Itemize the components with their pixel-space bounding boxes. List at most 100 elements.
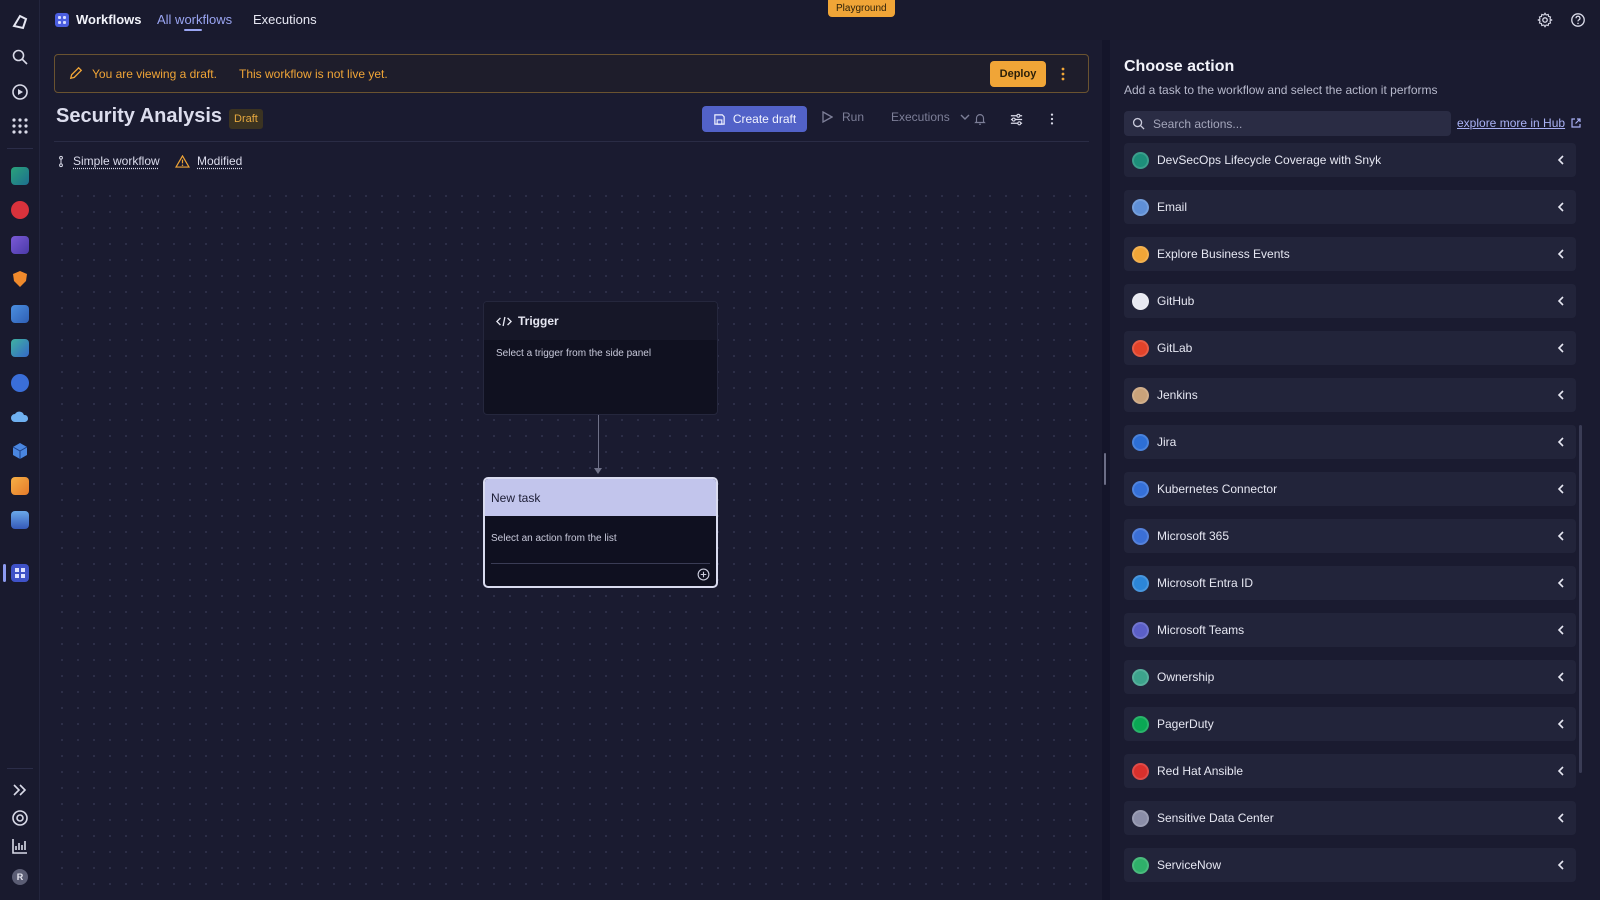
dashboard-app-icon[interactable] (9, 165, 31, 187)
package-app-icon[interactable] (9, 234, 31, 256)
chevron-left-icon[interactable] (1555, 483, 1567, 495)
toolbar-divider (54, 141, 1089, 142)
action-item[interactable]: GitHub (1124, 284, 1576, 318)
notebook-app-icon[interactable] (9, 303, 31, 325)
logo-icon[interactable] (9, 11, 31, 33)
action-label: Jira (1157, 435, 1177, 449)
action-item[interactable]: Sensitive Data Center (1124, 801, 1576, 835)
hub-link-label: explore more in Hub (1457, 116, 1566, 130)
panel-resize-handle[interactable] (1104, 453, 1106, 485)
infrastructure-app-icon[interactable] (9, 337, 31, 359)
expand-icon[interactable] (9, 779, 31, 801)
panel-scrollbar[interactable] (1579, 425, 1582, 773)
left-rail: R (0, 0, 40, 900)
modified-label: Modified (197, 154, 243, 168)
action-item[interactable]: Explore Business Events (1124, 237, 1576, 271)
action-item[interactable]: Ownership (1124, 660, 1576, 694)
action-item[interactable]: Email (1124, 190, 1576, 224)
tab-executions[interactable]: Executions (253, 12, 317, 27)
save-icon (714, 113, 725, 125)
kubernetes-icon (1132, 481, 1149, 498)
chevron-left-icon[interactable] (1555, 718, 1567, 730)
modified-indicator[interactable]: Modified (175, 154, 242, 168)
chevron-left-icon[interactable] (1555, 859, 1567, 871)
apps-grid-icon[interactable] (9, 115, 31, 137)
workflows-app-icon[interactable] (9, 562, 31, 584)
trigger-hint: Select a trigger from the side panel (496, 348, 652, 359)
page-title[interactable]: Security Analysis (56, 105, 222, 128)
security-shield-app-icon[interactable] (9, 268, 31, 290)
action-item[interactable]: DevSecOps Lifecycle Coverage with Snyk (1124, 143, 1576, 177)
chevron-left-icon[interactable] (1555, 577, 1567, 589)
action-item[interactable]: Microsoft Entra ID (1124, 566, 1576, 600)
chevron-left-icon[interactable] (1555, 624, 1567, 636)
chevron-left-icon[interactable] (1555, 248, 1567, 260)
workflow-type[interactable]: Simple workflow (56, 154, 160, 168)
banner-heading: You are viewing a draft. (92, 67, 217, 81)
chevron-left-icon[interactable] (1555, 530, 1567, 542)
monitor-search-app-icon[interactable] (9, 372, 31, 394)
chevron-left-icon[interactable] (1555, 765, 1567, 777)
action-label: GitHub (1157, 294, 1195, 308)
pencil-icon (69, 66, 83, 80)
action-item[interactable]: Red Hat Ansible (1124, 754, 1576, 788)
panel-title: Choose action (1124, 58, 1235, 75)
create-draft-label: Create draft (732, 112, 797, 126)
action-item[interactable]: Microsoft Teams (1124, 613, 1576, 647)
action-item[interactable]: GitLab (1124, 331, 1576, 365)
task-hint: Select an action from the list (491, 533, 617, 544)
search-field[interactable] (1124, 111, 1451, 136)
action-item[interactable]: ServiceNow (1124, 848, 1576, 882)
trigger-title: Trigger (518, 314, 559, 328)
entra-id-icon (1132, 575, 1149, 592)
reports-icon[interactable] (9, 835, 31, 857)
more-options-icon[interactable] (1055, 65, 1071, 83)
chevron-left-icon[interactable] (1555, 671, 1567, 683)
chevron-left-icon[interactable] (1555, 201, 1567, 213)
chevron-left-icon[interactable] (1555, 389, 1567, 401)
task-node[interactable]: New task Select an action from the list (483, 477, 718, 588)
action-label: Red Hat Ansible (1157, 764, 1244, 778)
kebab-menu-icon[interactable] (1043, 110, 1061, 128)
gear-icon[interactable] (1536, 11, 1554, 29)
add-task-icon[interactable] (697, 568, 710, 581)
active-app-indicator (3, 564, 6, 582)
deploy-button[interactable]: Deploy (990, 61, 1046, 87)
chevron-left-icon[interactable] (1555, 295, 1567, 307)
choose-action-panel: Choose action Add a task to the workflow… (1110, 40, 1600, 900)
create-draft-button[interactable]: Create draft (702, 106, 807, 132)
action-item[interactable]: Jira (1124, 425, 1576, 459)
problems-app-icon[interactable] (9, 199, 31, 221)
play-icon (822, 111, 833, 123)
app-title: Workflows (76, 12, 142, 27)
delivery-app-icon[interactable] (9, 475, 31, 497)
action-item[interactable]: Jenkins (1124, 378, 1576, 412)
search-icon[interactable] (9, 46, 31, 68)
database-app-icon[interactable] (9, 509, 31, 531)
action-label: Microsoft 365 (1157, 529, 1230, 543)
environment-badge: Playground (828, 0, 895, 17)
action-label: GitLab (1157, 341, 1193, 355)
chevron-left-icon[interactable] (1555, 812, 1567, 824)
explore-hub-link[interactable]: explore more in Hub (1457, 116, 1582, 130)
settings-sliders-icon[interactable] (1007, 110, 1025, 128)
action-label: PagerDuty (1157, 717, 1214, 731)
cloud-app-icon[interactable] (9, 406, 31, 428)
play-circle-icon[interactable] (9, 81, 31, 103)
chevron-left-icon[interactable] (1555, 436, 1567, 448)
tab-all-workflows[interactable]: All workflows (157, 12, 232, 27)
trigger-node[interactable]: Trigger Select a trigger from the side p… (483, 301, 718, 415)
executions-dropdown[interactable]: Executions (891, 110, 971, 124)
search-input[interactable] (1153, 116, 1433, 131)
chevron-left-icon[interactable] (1555, 154, 1567, 166)
cube-app-icon[interactable] (9, 440, 31, 462)
run-button[interactable]: Run (821, 110, 864, 124)
help-icon[interactable] (1569, 11, 1587, 29)
action-item[interactable]: Microsoft 365 (1124, 519, 1576, 553)
action-item[interactable]: PagerDuty (1124, 707, 1576, 741)
bell-icon[interactable] (971, 110, 989, 128)
chevron-left-icon[interactable] (1555, 342, 1567, 354)
action-item[interactable]: Kubernetes Connector (1124, 472, 1576, 506)
avatar[interactable]: R (12, 869, 28, 885)
support-icon[interactable] (9, 807, 31, 829)
